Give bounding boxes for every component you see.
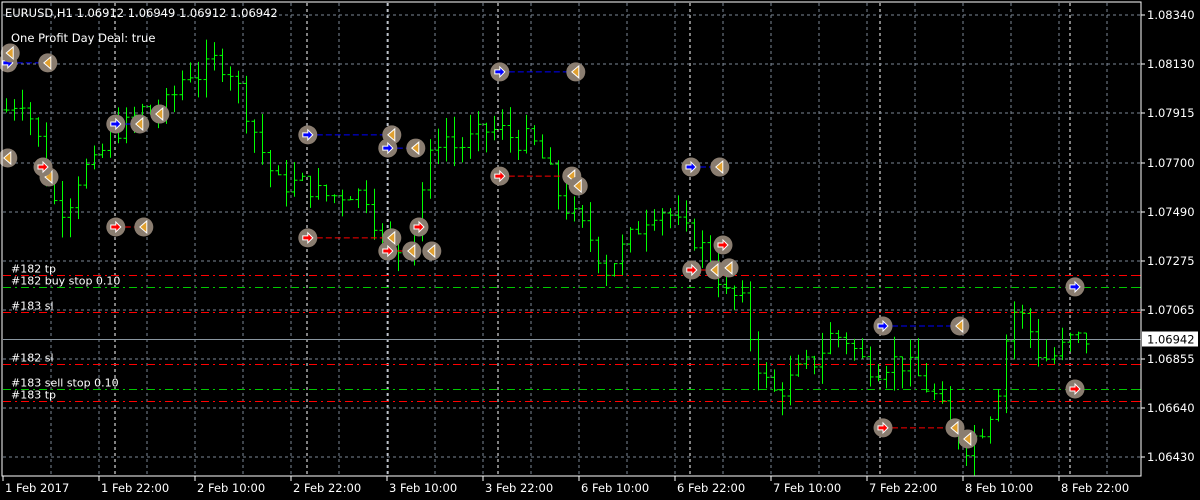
price-label: 1.08340: [1147, 8, 1195, 22]
price-label: 1.07700: [1147, 156, 1195, 170]
symbol-ohlc-header: EURUSD,H1 1.06912 1.06949 1.06912 1.0694…: [5, 6, 278, 20]
order-line-label: #183 tp: [11, 389, 56, 402]
price-label: 1.08130: [1147, 57, 1195, 71]
price-label: 1.07065: [1147, 303, 1195, 317]
time-label: 8 Feb 10:00: [965, 481, 1033, 495]
price-label: 1.06430: [1147, 450, 1195, 464]
price-chart[interactable]: #182 tp#182 buy stop 0.10#183 sl#182 sl#…: [0, 0, 1200, 500]
price-label: 1.06855: [1147, 352, 1195, 366]
time-label: 3 Feb 22:00: [485, 481, 553, 495]
time-label: 1 Feb 22:00: [101, 481, 169, 495]
indicator-status-text: One Profit Day Deal: true: [11, 31, 155, 45]
time-label: 2 Feb 22:00: [293, 481, 361, 495]
current-price-label: 1.06942: [1147, 333, 1195, 347]
time-label: 6 Feb 22:00: [677, 481, 745, 495]
order-line-label: #182 sl: [11, 352, 54, 365]
order-line-label: #182 buy stop 0.10: [11, 275, 120, 288]
time-label: 1 Feb 2017: [5, 481, 69, 495]
price-label: 1.07490: [1147, 205, 1195, 219]
price-label: 1.07275: [1147, 254, 1195, 268]
price-label: 1.07915: [1147, 106, 1195, 120]
time-label: 6 Feb 10:00: [581, 481, 649, 495]
time-label: 3 Feb 10:00: [389, 481, 457, 495]
time-label: 7 Feb 10:00: [773, 481, 841, 495]
time-label: 7 Feb 22:00: [869, 481, 937, 495]
time-label: 8 Feb 22:00: [1061, 481, 1129, 495]
price-label: 1.06640: [1147, 401, 1195, 415]
time-label: 2 Feb 10:00: [197, 481, 265, 495]
chart-background: [0, 0, 1200, 500]
order-line-label: #183 sl: [11, 300, 54, 313]
